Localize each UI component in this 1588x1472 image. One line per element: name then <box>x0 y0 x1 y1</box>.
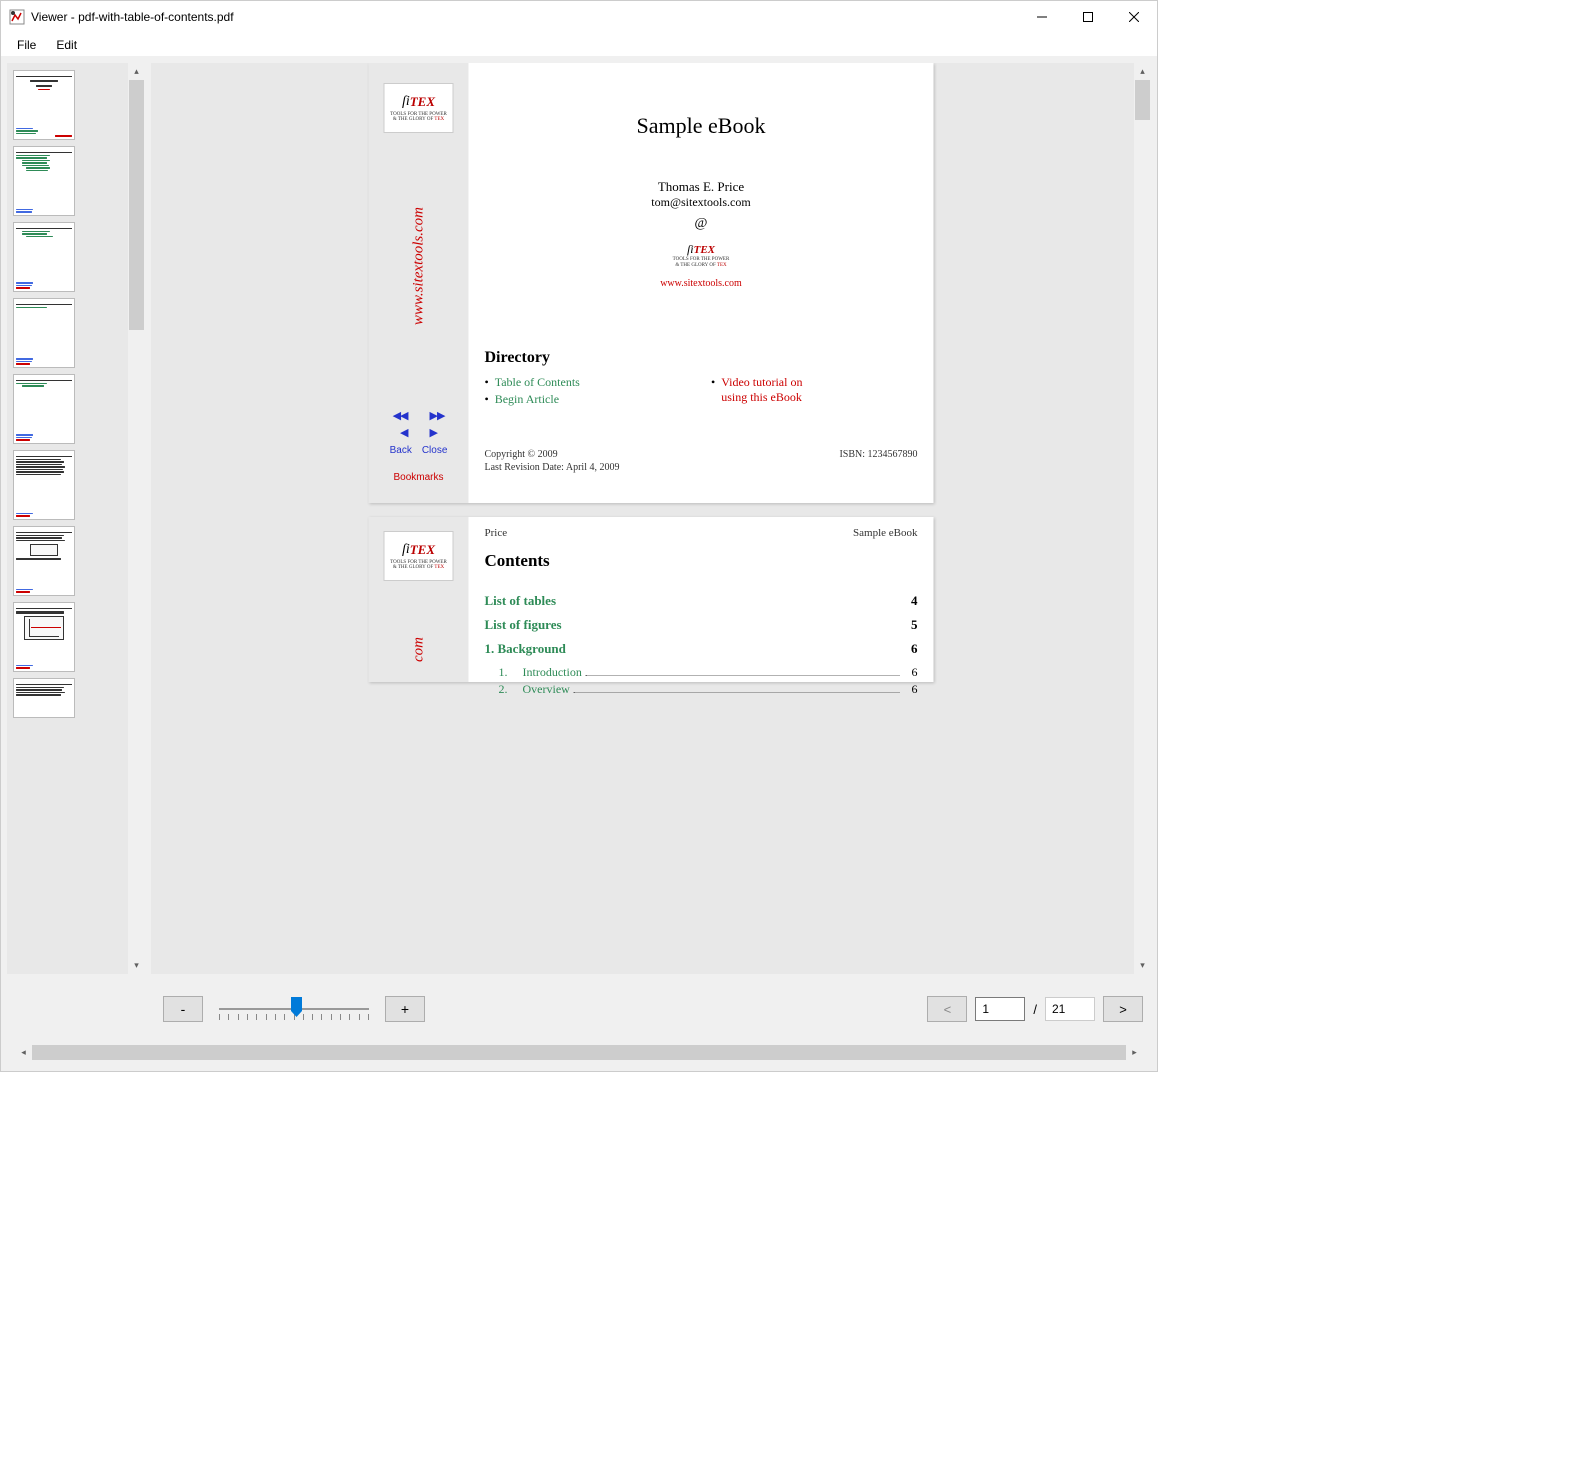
directory-columns: • Table of Contents • Begin Article • Video… <box>485 373 918 409</box>
main-scroll-area[interactable]: ſiTEX TOOLS FOR THE POWER& THE GLORY OF … <box>151 63 1151 974</box>
bullet-icon: • <box>711 375 715 390</box>
copyright-row: Copyright © 2009 Last Revision Date: Apr… <box>485 449 918 473</box>
menu-file[interactable]: File <box>7 36 46 54</box>
zoom-slider[interactable] <box>219 996 369 1022</box>
author-email: tom@sitextools.com <box>485 195 918 210</box>
zoom-in-button[interactable]: + <box>385 996 425 1022</box>
thumbnail-3[interactable] <box>13 222 75 292</box>
thumbnail-4[interactable] <box>13 298 75 368</box>
page-1-sidebar: ſiTEX TOOLS FOR THE POWER& THE GLORY OF … <box>369 63 469 503</box>
page-2-body: Price Sample eBook Contents List of tabl… <box>469 517 934 682</box>
thumbnail-9[interactable] <box>13 678 75 718</box>
zoom-out-button[interactable]: - <box>163 996 203 1022</box>
nav-last-icon[interactable]: ▶▶ <box>430 409 445 422</box>
scrollbar-thumb[interactable] <box>129 80 144 330</box>
thumbnail-6[interactable] <box>13 450 75 520</box>
thumbnails-scrollbar[interactable]: ▴ ▾ <box>128 63 145 974</box>
main-scrollbar[interactable]: ▴ ▾ <box>1134 63 1151 974</box>
pdf-nav-controls: ◀◀ ▶▶ ◀ ▶ Back Close <box>390 409 448 483</box>
thumbnail-8[interactable] <box>13 602 75 672</box>
window-controls <box>1019 1 1157 33</box>
close-button[interactable] <box>1111 1 1157 33</box>
dir-begin-link[interactable]: Begin Article <box>495 392 559 407</box>
toc-overview[interactable]: 2. Overview 6 <box>499 682 918 697</box>
logo-tex: TEX <box>410 94 435 110</box>
prev-page-button[interactable]: < <box>927 996 967 1022</box>
dir-video-link[interactable]: Video tutorial onusing this eBook <box>721 375 802 405</box>
toc-list-of-tables[interactable]: List of tables 4 <box>485 593 918 609</box>
content-area: ▴ ▾ ſiTEX <box>1 57 1157 1071</box>
h-scrollbar-thumb[interactable] <box>32 1045 1126 1060</box>
toc-introduction[interactable]: 1. Introduction 6 <box>499 665 918 680</box>
panes: ▴ ▾ ſiTEX <box>7 63 1151 974</box>
site-url[interactable]: www.sitextools.com <box>485 278 918 289</box>
bullet-icon: • <box>485 392 489 407</box>
horizontal-scrollbar[interactable]: ◂ ▸ <box>15 1044 1143 1061</box>
menubar: File Edit <box>1 33 1157 57</box>
inline-sitex-logo: ſiTEX TOOLS FOR THE POWER& THE GLORY OF … <box>671 236 731 274</box>
scroll-right-icon[interactable]: ▸ <box>1126 1044 1143 1061</box>
thumbnail-5[interactable] <box>13 374 75 444</box>
nav-next-icon[interactable]: ▶ <box>430 426 437 439</box>
window-title: Viewer - pdf-with-table-of-contents.pdf <box>31 10 1019 24</box>
sidebar-url-partial[interactable]: com <box>410 637 427 662</box>
contents-heading: Contents <box>485 551 918 571</box>
thumbnail-2[interactable] <box>13 146 75 216</box>
sidebar-url[interactable]: www.sitextools.com <box>410 207 427 325</box>
total-pages: 21 <box>1045 997 1095 1021</box>
main-viewer-pane: ſiTEX TOOLS FOR THE POWER& THE GLORY OF … <box>151 63 1151 974</box>
thumbnails-list[interactable] <box>7 63 145 974</box>
scroll-down-icon[interactable]: ▾ <box>1134 957 1151 974</box>
bullet-icon: • <box>485 375 489 390</box>
isbn-text: ISBN: 1234567890 <box>839 449 917 473</box>
revision-text: Last Revision Date: April 4, 2009 <box>485 462 620 473</box>
bookmarks-link[interactable]: Bookmarks <box>393 472 443 483</box>
pdf-page-2: ſiTEX TOOLS FOR THE POWER& THE GLORY OF … <box>369 517 934 682</box>
scroll-down-icon[interactable]: ▾ <box>128 957 145 974</box>
app-icon <box>9 9 25 25</box>
sitex-logo: ſiTEX TOOLS FOR THE POWER& THE GLORY OF … <box>384 531 454 581</box>
nav-first-icon[interactable]: ◀◀ <box>393 409 408 422</box>
nav-back-link[interactable]: Back <box>390 445 412 456</box>
next-page-button[interactable]: > <box>1103 996 1143 1022</box>
scrollbar-track[interactable] <box>128 80 145 957</box>
scroll-up-icon[interactable]: ▴ <box>1134 63 1151 80</box>
toc-background[interactable]: 1. Background 6 <box>485 641 918 657</box>
page-2-header: Price Sample eBook <box>485 527 918 539</box>
author-name: Thomas E. Price <box>485 179 918 195</box>
minimize-button[interactable] <box>1019 1 1065 33</box>
logo-tagline: TOOLS FOR THE POWER& THE GLORY OF TEX <box>390 112 447 122</box>
titlebar: Viewer - pdf-with-table-of-contents.pdf <box>1 1 1157 33</box>
page-wrap: ſiTEX TOOLS FOR THE POWER& THE GLORY OF … <box>369 63 934 696</box>
slider-ticks <box>219 1014 369 1020</box>
logo-integral: ſi <box>402 94 410 110</box>
main-scrollbar-thumb[interactable] <box>1135 80 1150 120</box>
toc-list-of-figures[interactable]: List of figures 5 <box>485 617 918 633</box>
thumbnail-7[interactable] <box>13 526 75 596</box>
directory-heading: Directory <box>485 349 918 367</box>
header-author: Price <box>485 527 508 539</box>
thumbnail-1[interactable] <box>13 70 75 140</box>
pdf-page-1: ſiTEX TOOLS FOR THE POWER& THE GLORY OF … <box>369 63 934 503</box>
menu-edit[interactable]: Edit <box>46 36 87 54</box>
page-separator: / <box>1033 1002 1037 1017</box>
page-2-sidebar: ſiTEX TOOLS FOR THE POWER& THE GLORY OF … <box>369 517 469 682</box>
scroll-up-icon[interactable]: ▴ <box>128 63 145 80</box>
maximize-button[interactable] <box>1065 1 1111 33</box>
thumbnails-pane: ▴ ▾ <box>7 63 145 974</box>
at-symbol: @ <box>485 216 918 232</box>
sitex-logo: ſiTEX TOOLS FOR THE POWER& THE GLORY OF … <box>384 83 454 133</box>
toolbar: - + < / 21 > <box>7 980 1151 1038</box>
dir-toc-link[interactable]: Table of Contents <box>495 375 580 390</box>
nav-close-link[interactable]: Close <box>422 445 448 456</box>
copyright-text: Copyright © 2009 <box>485 449 620 460</box>
ebook-title: Sample eBook <box>485 113 918 139</box>
page-1-body: Sample eBook Thomas E. Price tom@sitexto… <box>469 63 934 503</box>
nav-prev-icon[interactable]: ◀ <box>400 426 407 439</box>
current-page-input[interactable] <box>975 997 1025 1021</box>
header-title: Sample eBook <box>853 527 917 539</box>
app-window: Viewer - pdf-with-table-of-contents.pdf … <box>0 0 1158 1072</box>
scroll-left-icon[interactable]: ◂ <box>15 1044 32 1061</box>
